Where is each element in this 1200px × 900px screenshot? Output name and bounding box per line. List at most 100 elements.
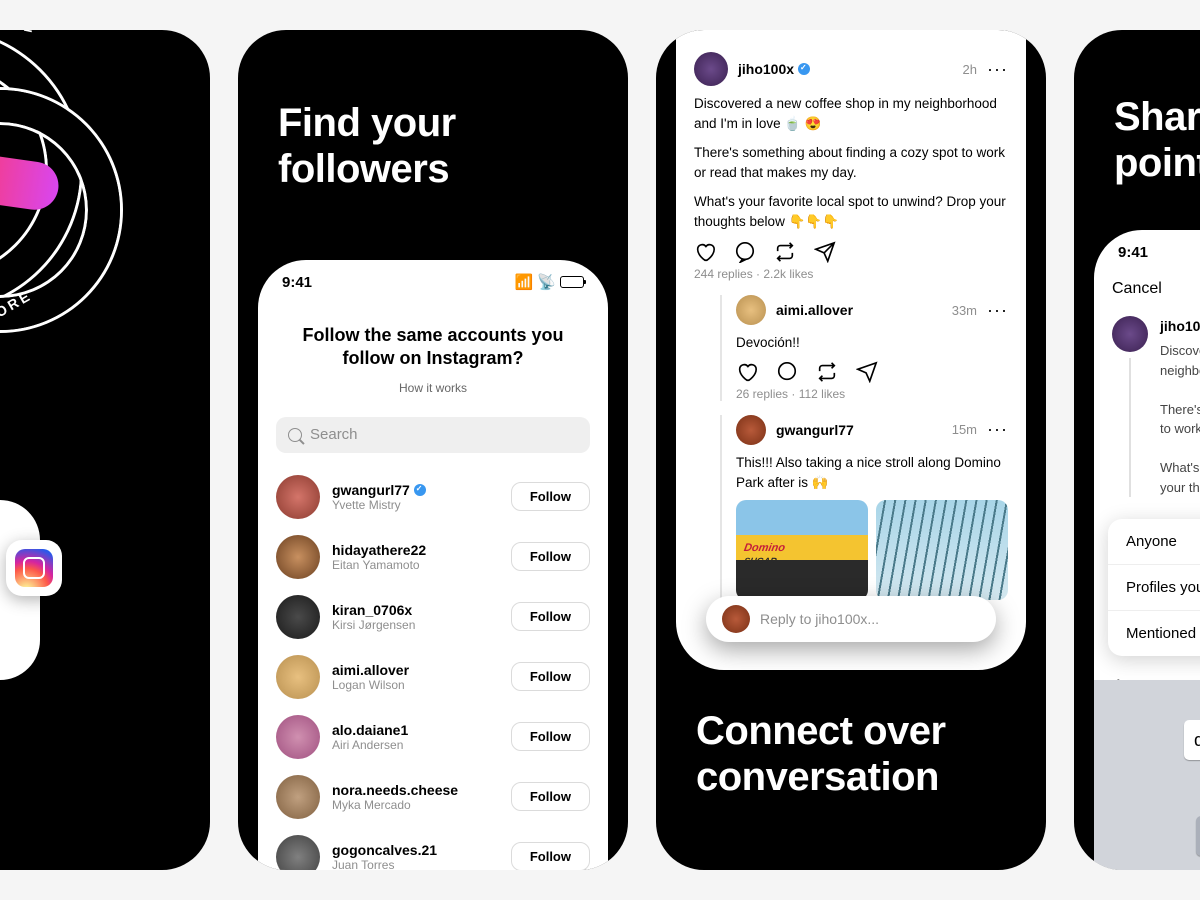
follow-button[interactable]: Follow [511, 722, 590, 751]
avatar[interactable] [736, 295, 766, 325]
search-icon [288, 428, 302, 442]
post-body: Devoción!! [736, 333, 1008, 353]
account-row[interactable]: kiran_0706x Kirsi Jørgensen Follow [258, 587, 608, 647]
thread-reply[interactable]: aimi.allover 33m ··· Devoción!! 26 repli… [720, 295, 1008, 401]
post-body: This!!! Also taking a nice stroll along … [736, 453, 1008, 492]
status-time: 9:41 [282, 274, 312, 291]
account-row[interactable]: aimi.allover Logan Wilson Follow [258, 647, 608, 707]
follow-button[interactable]: Follow [511, 542, 590, 571]
account-row[interactable]: gwangurl77 Yvette Mistry Follow [258, 467, 608, 527]
account-username[interactable]: gogoncalves.21 [332, 842, 499, 858]
account-row[interactable]: gogoncalves.21 Juan Torres Follow [258, 827, 608, 870]
follow-button[interactable]: Follow [511, 482, 590, 511]
menu-item-anyone[interactable]: Anyone [1108, 519, 1200, 565]
partial-label: unts [0, 645, 20, 660]
wifi-icon: 📡 [537, 273, 556, 291]
thread-post[interactable]: jiho100x 2h ··· Discovered a new coffee … [676, 42, 1026, 610]
menu-item-mentioned[interactable]: Mentioned only [1108, 611, 1200, 656]
more-icon[interactable]: ··· [987, 59, 1008, 80]
avatar[interactable] [276, 775, 320, 819]
phone-mockup: 9:41 Cancel Ne jiho100x Discovered a new… [1094, 230, 1200, 870]
avatar[interactable] [276, 835, 320, 870]
account-username[interactable]: alo.daiane1 [332, 722, 499, 738]
account-row[interactable]: hidayathere22 Eitan Yamamoto Follow [258, 527, 608, 587]
avatar[interactable] [736, 415, 766, 445]
post-image[interactable] [876, 500, 1008, 600]
promo-panel-2: Find your followers 9:41 📶 📡 Follow the … [238, 30, 628, 870]
follow-button[interactable]: Follow [511, 662, 590, 691]
follow-button[interactable]: Follow [511, 782, 590, 811]
ring-word: SAY MORE [0, 30, 38, 36]
account-realname: Juan Torres [332, 858, 499, 870]
phone-mockup: 9:41 📶 📡 Follow the same accounts you fo… [258, 260, 608, 870]
panel-title: Find your followers [278, 100, 456, 192]
shift-key[interactable]: ⇧ [1196, 816, 1200, 856]
post-username[interactable]: aimi.allover [776, 302, 942, 318]
post-actions [694, 241, 1008, 263]
post-username[interactable]: jiho100x [738, 61, 953, 77]
compose-username: jiho100x [1160, 316, 1200, 337]
like-icon[interactable] [736, 361, 758, 383]
keyboard-key[interactable]: q [1184, 720, 1200, 760]
repost-icon[interactable] [816, 361, 838, 383]
share-icon[interactable] [856, 361, 878, 383]
account-row[interactable]: alo.daiane1 Airi Andersen Follow [258, 707, 608, 767]
promo-panel-4: Shar point 9:41 Cancel Ne jiho100x Disco… [1074, 30, 1200, 870]
account-username[interactable]: kiran_0706x [332, 602, 499, 618]
comment-icon[interactable] [734, 241, 756, 263]
cancel-button[interactable]: Cancel [1112, 280, 1162, 298]
threads-ring-art: SAY MORE SAY MORE SAY MORE ADS THR [0, 30, 140, 390]
reply-input[interactable]: Reply to jiho100x... [706, 596, 996, 642]
onboarding-heading: Follow the same accounts you follow on I… [288, 324, 578, 371]
repost-icon[interactable] [774, 241, 796, 263]
post-image[interactable]: Domino SUGAR [736, 500, 868, 600]
status-bar: 9:41 [1094, 230, 1200, 274]
account-realname: Kirsi Jørgensen [332, 618, 499, 632]
avatar[interactable] [276, 535, 320, 579]
verified-icon [798, 63, 810, 75]
thread-reply[interactable]: gwangurl77 15m ··· This!!! Also taking a… [720, 415, 1008, 600]
instagram-card: unts [0, 500, 40, 680]
account-username[interactable]: hidayathere22 [332, 542, 499, 558]
post-stats[interactable]: 26 replies · 112 likes [736, 387, 1008, 401]
post-body: Discovered a new coffee shop in my neigh… [694, 94, 1008, 231]
post-timestamp: 15m [952, 422, 977, 437]
how-it-works-link[interactable]: How it works [288, 381, 578, 395]
post-timestamp: 2h [963, 62, 977, 77]
battery-icon [560, 276, 584, 288]
account-realname: Logan Wilson [332, 678, 499, 692]
account-realname: Eitan Yamamoto [332, 558, 499, 572]
account-username[interactable]: nora.needs.cheese [332, 782, 499, 798]
account-realname: Airi Andersen [332, 738, 499, 752]
instagram-icon [6, 540, 62, 596]
avatar [1112, 316, 1148, 352]
promo-panel-1: SAY MORE SAY MORE SAY MORE ADS THR unts … [0, 30, 210, 870]
panel-title: Connect over conversation [696, 708, 946, 800]
account-username[interactable]: gwangurl77 [332, 482, 499, 498]
search-input[interactable]: Search [276, 417, 590, 453]
verified-icon [414, 484, 426, 496]
panel-title: Shar point [1114, 94, 1200, 186]
post-stats[interactable]: 244 replies · 2.2k likes [694, 267, 1008, 281]
comment-icon[interactable] [776, 361, 798, 383]
account-row[interactable]: nora.needs.cheese Myka Mercado Follow [258, 767, 608, 827]
avatar[interactable] [694, 52, 728, 86]
status-time: 9:41 [1118, 244, 1148, 261]
compose-area[interactable]: jiho100x Discovered a new neighborhood a… [1094, 304, 1200, 509]
share-icon[interactable] [814, 241, 836, 263]
account-username[interactable]: aimi.allover [332, 662, 499, 678]
like-icon[interactable] [694, 241, 716, 263]
more-icon[interactable]: ··· [987, 300, 1008, 321]
avatar[interactable] [276, 475, 320, 519]
signal-icon: 📶 [515, 273, 534, 291]
avatar[interactable] [276, 595, 320, 639]
avatar[interactable] [276, 655, 320, 699]
post-username[interactable]: gwangurl77 [776, 422, 942, 438]
reply-audience-menu: Anyone Profiles you follow Mentioned onl… [1108, 519, 1200, 656]
follow-button[interactable]: Follow [511, 602, 590, 631]
avatar[interactable] [276, 715, 320, 759]
menu-item-following[interactable]: Profiles you follow [1108, 565, 1200, 611]
keyboard: I qwert asdf ⇧zxc [1094, 680, 1200, 870]
more-icon[interactable]: ··· [987, 419, 1008, 440]
follow-button[interactable]: Follow [511, 842, 590, 870]
